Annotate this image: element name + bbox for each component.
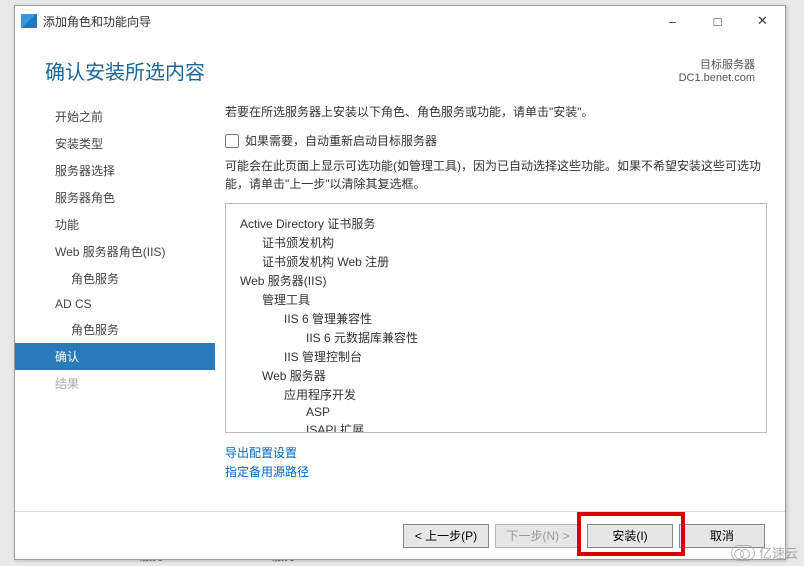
intro-text: 若要在所选服务器上安装以下角色、角色服务或功能，请单击"安装"。 <box>225 103 767 120</box>
optional-features-note: 可能会在此页面上显示可选功能(如管理工具)，因为已自动选择这些功能。如果不希望安… <box>225 157 767 193</box>
sidebar-step[interactable]: 服务器角色 <box>45 184 215 211</box>
tree-node: Web 服务器(IIS) <box>240 271 752 290</box>
sidebar-step[interactable]: 服务器选择 <box>45 157 215 184</box>
target-server-info: 目标服务器 DC1.benet.com <box>679 56 755 84</box>
tree-node: 证书颁发机构 Web 注册 <box>240 252 752 271</box>
page-title: 确认安装所选内容 <box>45 56 205 85</box>
minimize-button[interactable]: – <box>650 6 695 36</box>
watermark: 亿速云 <box>731 543 798 562</box>
window-title: 添加角色和功能向导 <box>43 13 650 30</box>
auto-restart-row[interactable]: 如果需要，自动重新启动目标服务器 <box>225 132 767 149</box>
tree-node: 管理工具 <box>240 290 752 309</box>
sidebar-step[interactable]: 角色服务 <box>45 316 215 343</box>
titlebar: 添加角色和功能向导 – □ ✕ <box>15 6 785 36</box>
watermark-icon <box>731 545 755 561</box>
wizard-window: 添加角色和功能向导 – □ ✕ 确认安装所选内容 目标服务器 DC1.benet… <box>14 5 786 560</box>
sidebar-step[interactable]: 开始之前 <box>45 103 215 130</box>
tree-node: ISAPI 扩展 <box>240 420 752 433</box>
watermark-text: 亿速云 <box>759 543 798 562</box>
alt-source-link[interactable]: 指定备用源路径 <box>225 462 767 481</box>
sidebar-step[interactable]: AD CS <box>45 292 215 316</box>
tree-node: Web 服务器 <box>240 366 752 385</box>
close-button[interactable]: ✕ <box>740 6 785 36</box>
tree-node: 证书颁发机构 <box>240 233 752 252</box>
sidebar-step[interactable]: 安装类型 <box>45 130 215 157</box>
tree-node: IIS 6 元数据库兼容性 <box>240 328 752 347</box>
tree-node: Active Directory 证书服务 <box>240 214 752 233</box>
previous-button[interactable]: < 上一步(P) <box>403 524 489 548</box>
install-summary-tree[interactable]: Active Directory 证书服务证书颁发机构证书颁发机构 Web 注册… <box>225 203 767 433</box>
tree-node: 应用程序开发 <box>240 385 752 404</box>
wizard-steps-sidebar: 开始之前安装类型服务器选择服务器角色功能Web 服务器角色(IIS)角色服务AD… <box>15 103 215 535</box>
tree-node: ASP <box>240 404 752 420</box>
target-server-name: DC1.benet.com <box>679 72 755 84</box>
export-config-link[interactable]: 导出配置设置 <box>225 443 767 462</box>
maximize-button[interactable]: □ <box>695 6 740 36</box>
main-panel: 若要在所选服务器上安装以下角色、角色服务或功能，请单击"安装"。 如果需要，自动… <box>215 103 785 535</box>
tree-node: IIS 管理控制台 <box>240 347 752 366</box>
tree-node: IIS 6 管理兼容性 <box>240 309 752 328</box>
target-label: 目标服务器 <box>679 56 755 72</box>
sidebar-step[interactable]: Web 服务器角色(IIS) <box>45 238 215 265</box>
auto-restart-checkbox[interactable] <box>225 134 239 148</box>
sidebar-step: 结果 <box>45 370 215 397</box>
app-icon <box>21 14 37 28</box>
auto-restart-label: 如果需要，自动重新启动目标服务器 <box>245 132 437 149</box>
sidebar-step[interactable]: 功能 <box>45 211 215 238</box>
sidebar-step[interactable]: 确认 <box>15 343 215 370</box>
install-button[interactable]: 安装(I) <box>587 524 673 548</box>
footer-buttons: < 上一步(P) 下一步(N) > 安装(I) 取消 <box>15 511 785 559</box>
next-button: 下一步(N) > <box>495 524 581 548</box>
sidebar-step[interactable]: 角色服务 <box>45 265 215 292</box>
